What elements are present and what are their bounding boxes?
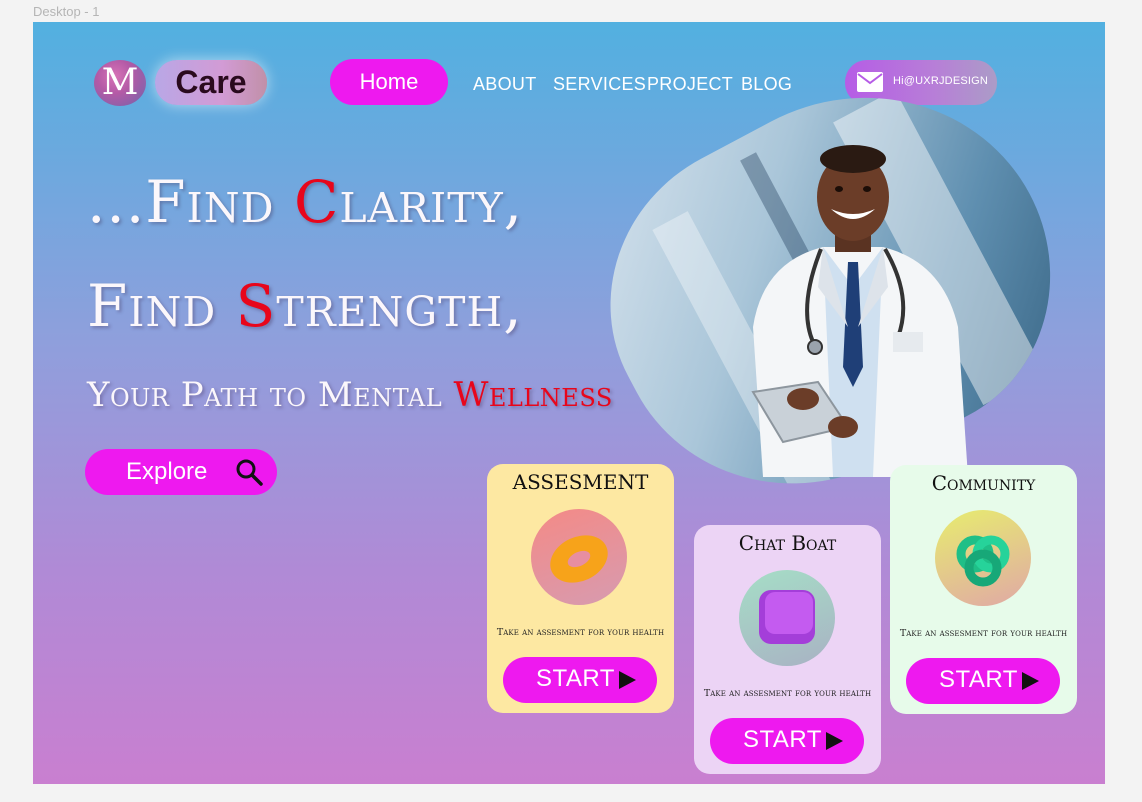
headline-line2-accent: S (235, 272, 277, 340)
orange-torus-icon (531, 509, 627, 605)
assessment-card-description: Take an assesment for your health (496, 627, 665, 638)
assessment-start-button[interactable]: START (503, 657, 657, 703)
nav-home-button[interactable]: Home (330, 59, 448, 105)
chat-boat-card-title: Chat Boat (738, 531, 837, 555)
headline-line1-suffix: larity, (339, 168, 524, 236)
hero-headline-line2: Find Strength, (87, 272, 523, 340)
green-knot-icon (935, 510, 1031, 606)
chat-boat-card-description: Take an assesment for your health (703, 688, 872, 699)
community-card-description: Take an assesment for your health (899, 628, 1068, 639)
headline-line1-prefix: ...Find (87, 168, 294, 236)
chat-boat-card: Chat Boat Take an assesment for your hea… (694, 525, 881, 774)
search-icon (236, 459, 263, 486)
logo-mark[interactable]: M (94, 60, 146, 106)
headline-line1-accent: C (293, 168, 340, 236)
nav-link-services[interactable]: SERVICES (553, 74, 646, 95)
play-icon (619, 671, 636, 689)
explore-button[interactable]: Explore (85, 449, 277, 495)
headline-line2-prefix: Find (87, 272, 236, 340)
subheadline-prefix: Your Path to Mental (87, 375, 454, 415)
assessment-start-label: START (536, 665, 615, 692)
canvas-label: Desktop - 1 (33, 4, 100, 19)
nav-link-project[interactable]: PROJECT (647, 74, 733, 95)
community-card-title: Community (931, 471, 1036, 495)
logo-wordmark[interactable]: Care (155, 60, 267, 105)
landing-page-frame: M Care Home ABOUT SERVICES PROJECT BLOG … (33, 22, 1105, 784)
community-start-button[interactable]: START (906, 658, 1060, 704)
explore-label: Explore (126, 458, 208, 485)
assessment-card: ASSESMENT Take an assesment for your hea… (487, 464, 674, 713)
community-start-label: START (939, 666, 1018, 693)
purple-cube-icon (739, 570, 835, 666)
headline-line2-suffix: trength, (276, 272, 523, 340)
subheadline-accent: Wellness (453, 375, 613, 415)
play-icon (826, 732, 843, 750)
community-card: Community Take an assesment for your hea… (890, 465, 1077, 714)
hero-headline-line1: ...Find Clarity, (87, 168, 523, 236)
doctor-photo (751, 145, 968, 477)
nav-link-about[interactable]: ABOUT (473, 74, 537, 95)
play-icon (1022, 672, 1039, 690)
assessment-card-title: ASSESMENT (512, 470, 649, 494)
mail-icon (857, 72, 883, 92)
contact-email-text: Hi@UXRJDESIGN (893, 75, 989, 87)
nav-link-blog[interactable]: BLOG (741, 74, 792, 95)
chat-boat-start-label: START (743, 726, 822, 753)
hero-subheadline: Your Path to Mental Wellness (87, 375, 613, 415)
chat-boat-start-button[interactable]: START (710, 718, 864, 764)
